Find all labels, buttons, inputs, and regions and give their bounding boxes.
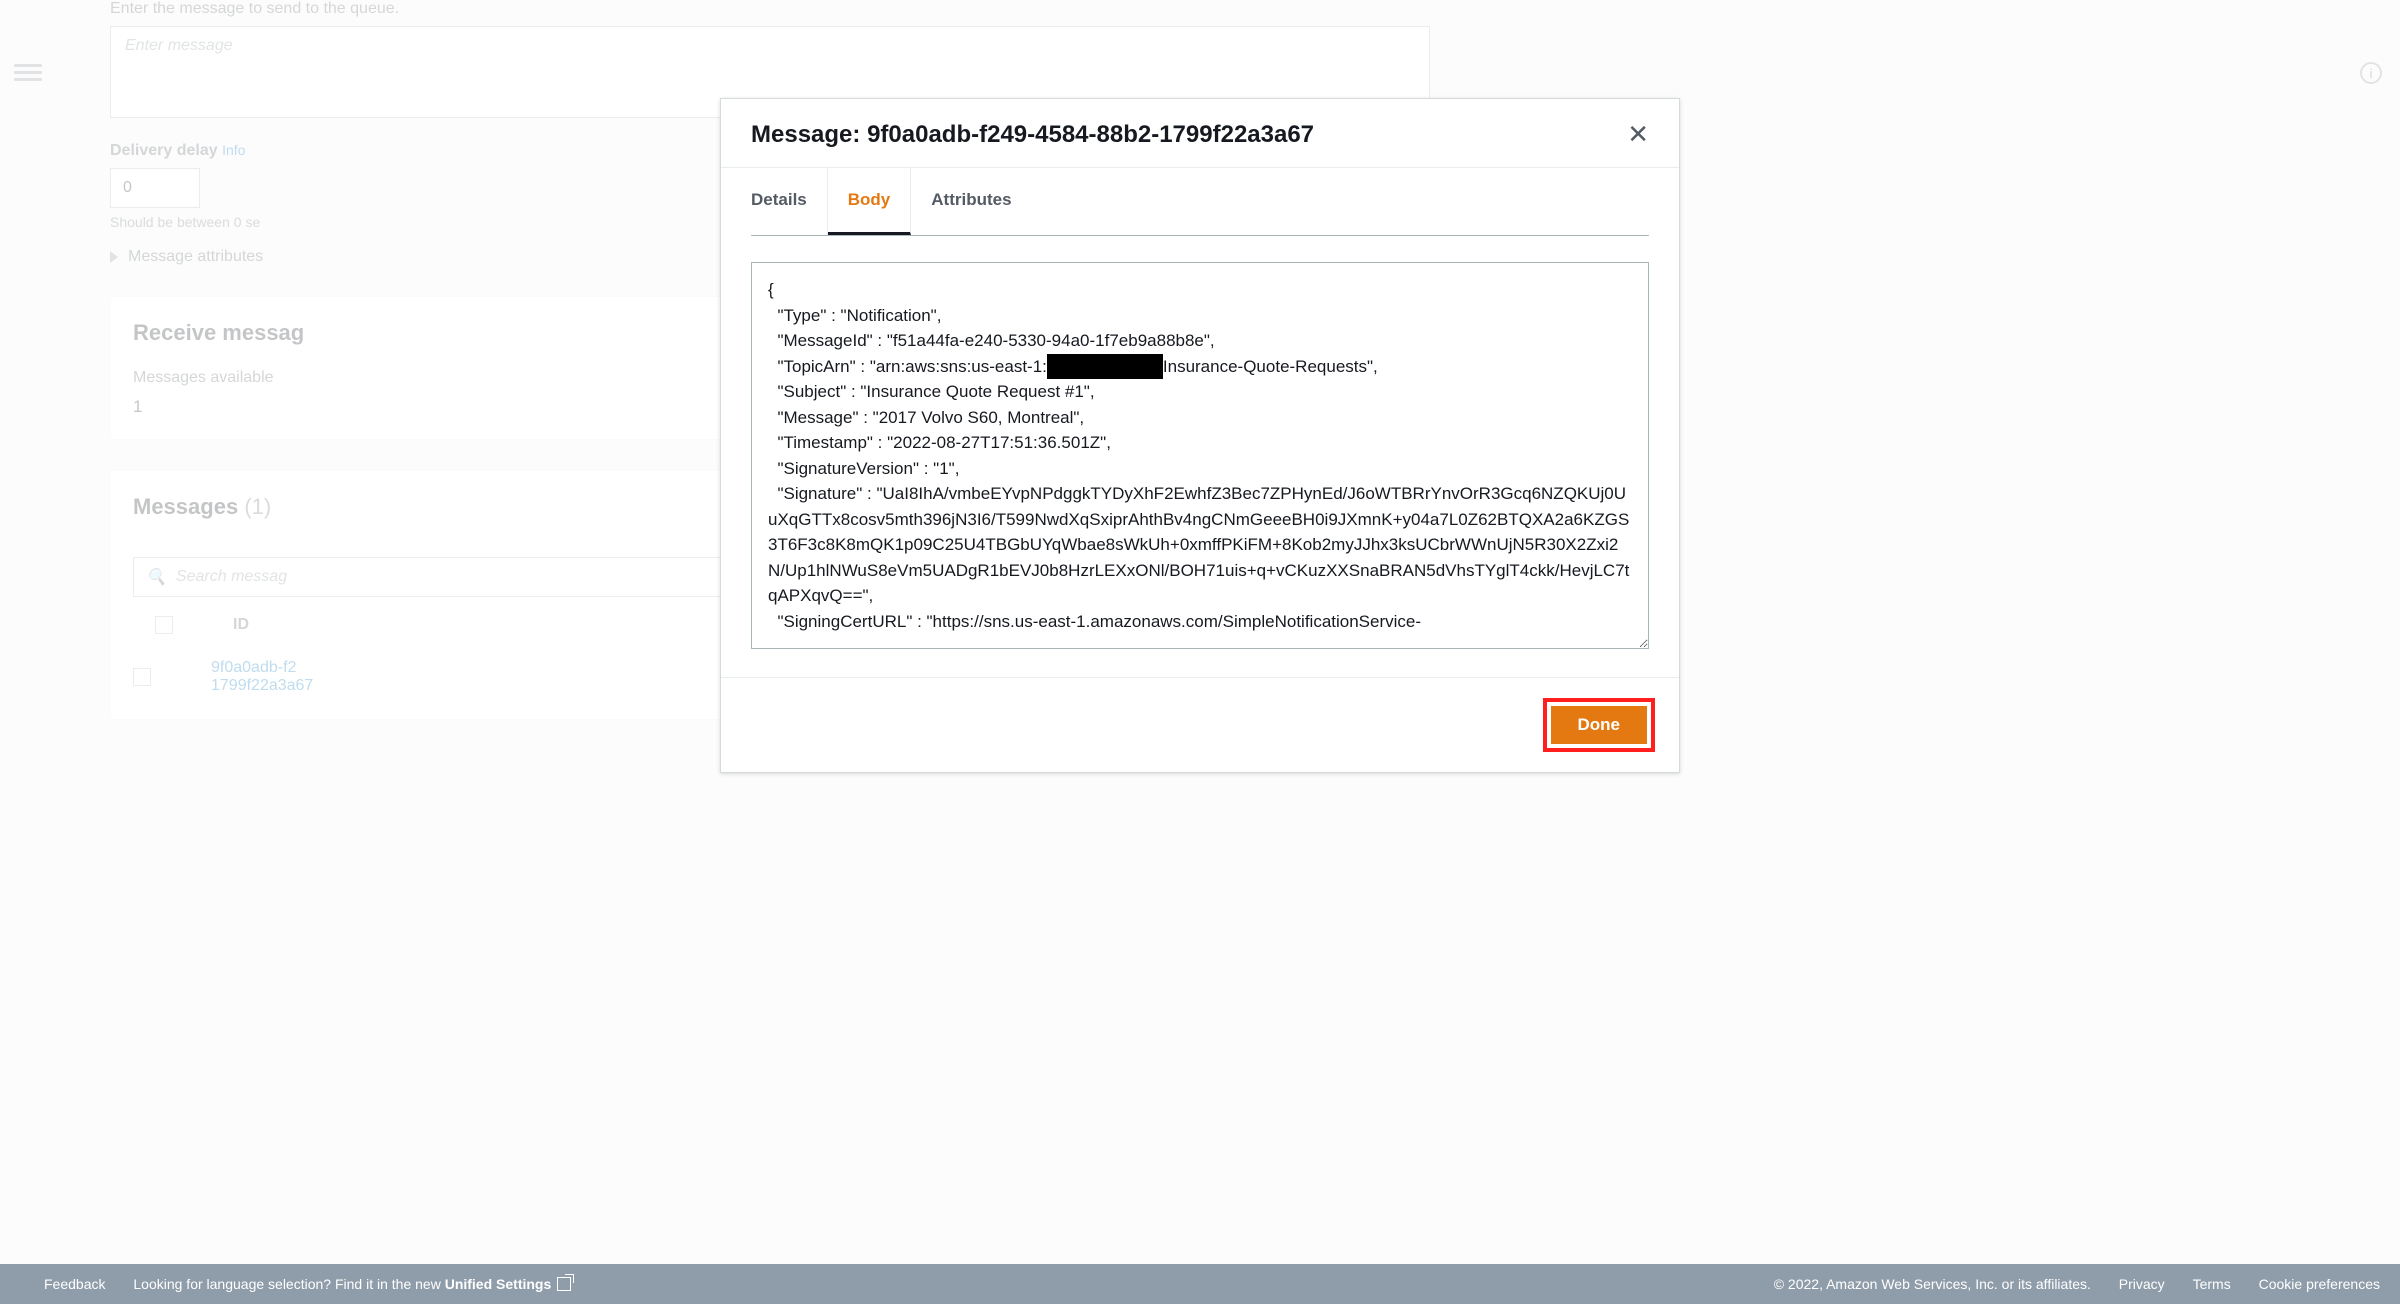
tab-details[interactable]: Details bbox=[751, 168, 828, 235]
tab-attributes[interactable]: Attributes bbox=[911, 168, 1031, 235]
external-link-icon bbox=[557, 1277, 571, 1291]
copyright: © 2022, Amazon Web Services, Inc. or its… bbox=[1774, 1276, 2091, 1292]
close-icon[interactable]: ✕ bbox=[1627, 121, 1649, 147]
message-modal: Message: 9f0a0adb-f249-4584-88b2-1799f22… bbox=[720, 98, 1680, 773]
privacy-link[interactable]: Privacy bbox=[2119, 1276, 2165, 1292]
done-button[interactable]: Done bbox=[1551, 706, 1648, 744]
modal-footer: Done bbox=[721, 677, 1679, 772]
tabs-underline bbox=[751, 235, 1649, 236]
message-body-content[interactable]: { "Type" : "Notification", "MessageId" :… bbox=[751, 262, 1649, 649]
footer: Feedback Looking for language selection?… bbox=[0, 1264, 2400, 1304]
cookie-link[interactable]: Cookie preferences bbox=[2259, 1276, 2380, 1292]
modal-title: Message: 9f0a0adb-f249-4584-88b2-1799f22… bbox=[751, 121, 1314, 149]
terms-link[interactable]: Terms bbox=[2193, 1276, 2231, 1292]
tab-body[interactable]: Body bbox=[828, 168, 912, 235]
modal-tabs: Details Body Attributes bbox=[721, 168, 1679, 235]
done-highlight: Done bbox=[1543, 698, 1656, 752]
lang-hint: Looking for language selection? Find it … bbox=[133, 1276, 571, 1292]
feedback-link[interactable]: Feedback bbox=[44, 1276, 105, 1292]
